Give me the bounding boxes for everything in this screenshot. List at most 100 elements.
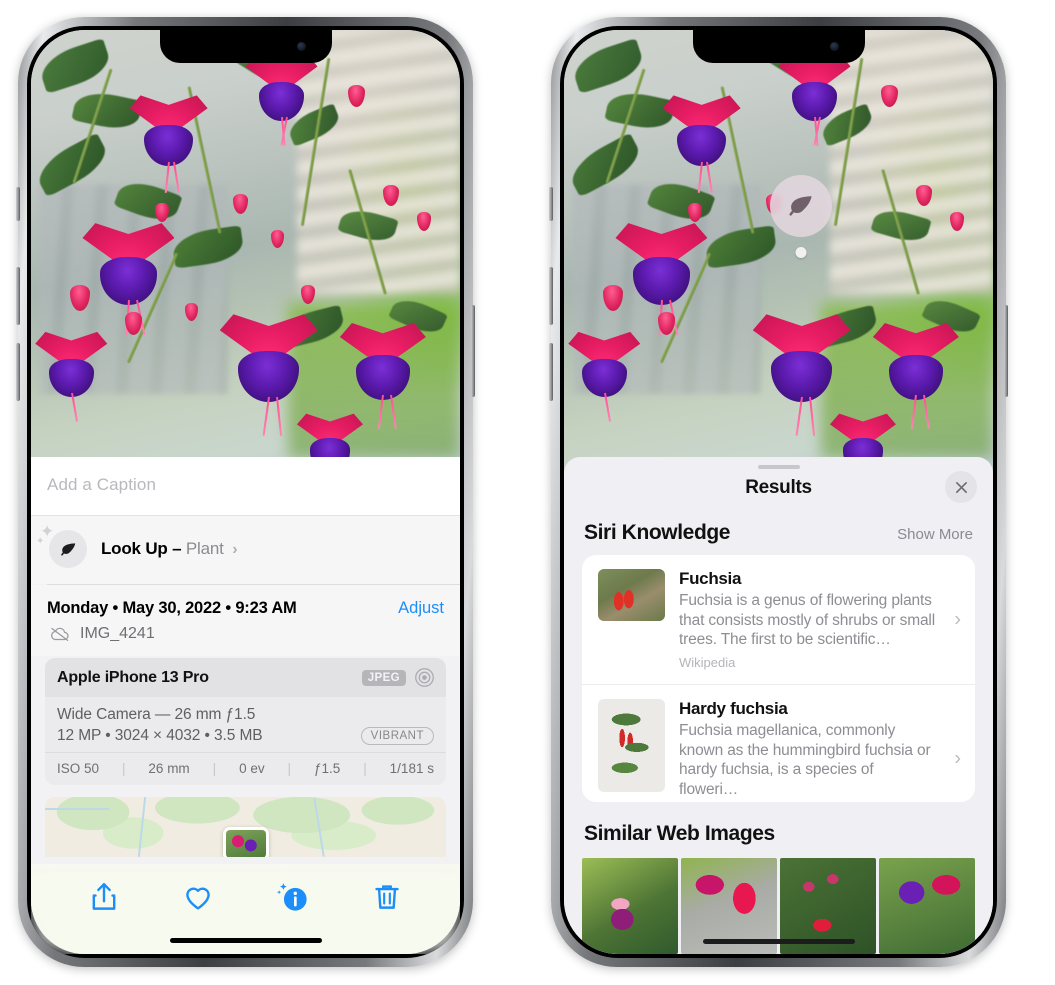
web-image-4[interactable] <box>879 858 975 954</box>
home-indicator[interactable] <box>702 939 855 944</box>
photo-porch-blur <box>296 30 460 294</box>
card-description: Fuchsia is a genus of flowering plants t… <box>679 592 936 649</box>
exif-shutter: 1/181 s <box>389 761 434 776</box>
sparkle-icon-small: ✦ <box>36 536 45 547</box>
results-header: Results <box>564 469 993 504</box>
specs-line: 12 MP • 3024 × 4032 • 3.5 MB <box>57 727 263 744</box>
camera-badges: JPEG <box>361 667 435 688</box>
camera-card-header: Apple iPhone 13 Pro JPEG <box>45 658 446 697</box>
fuchsia-bloom <box>129 94 208 193</box>
look-up-label: Look Up – Plant › <box>101 539 238 559</box>
left-phone-frame: Add a Caption ✦ ✦ Look Up – Plant › Mond… <box>16 17 475 967</box>
photo-porch-blur <box>829 30 993 294</box>
exif-divider: | <box>363 761 367 776</box>
fuchsia-bloom <box>245 53 318 147</box>
card-description: Fuchsia magellanica, commonly known as t… <box>679 721 931 798</box>
home-indicator[interactable] <box>169 938 322 943</box>
notch <box>692 30 865 63</box>
volume-up-button[interactable] <box>549 267 553 325</box>
fuchsia-bloom <box>778 53 851 147</box>
mute-switch[interactable] <box>16 187 20 221</box>
knowledge-card[interactable]: Fuchsia Fuchsia is a genus of flowering … <box>582 555 975 684</box>
chevron-right-icon: › <box>954 608 961 631</box>
volume-down-button[interactable] <box>16 343 20 401</box>
chevron-right-icon: › <box>232 541 238 558</box>
photo-date: Monday • May 30, 2022 • 9:23 AM <box>47 599 297 617</box>
fuchsia-bloom <box>872 321 959 429</box>
look-up-subject: Plant <box>185 539 224 558</box>
siri-knowledge-title: Siri Knowledge <box>584 521 731 545</box>
card-title: Fuchsia <box>679 569 742 589</box>
front-camera <box>296 42 306 51</box>
right-phone-frame: Results Siri Knowledge Show More Fuchsia… <box>549 17 1008 967</box>
exif-iso: ISO 50 <box>57 761 100 776</box>
siri-knowledge-cards: Fuchsia Fuchsia is a genus of flowering … <box>582 555 975 802</box>
photo-viewer[interactable] <box>564 30 993 485</box>
volume-down-button[interactable] <box>549 343 553 401</box>
right-phone-bezel: Results Siri Knowledge Show More Fuchsia… <box>560 26 997 958</box>
card-text: Fuchsia Fuchsia is a genus of flowering … <box>679 569 961 670</box>
trash-icon[interactable] <box>370 880 404 914</box>
fuchsia-bloom <box>752 312 851 436</box>
screenshot-root: Add a Caption ✦ ✦ Look Up – Plant › Mond… <box>0 0 1055 985</box>
lens-line: Wide Camera — 26 mm ƒ1.5 <box>57 706 256 723</box>
exif-focal: 26 mm <box>148 761 190 776</box>
notch <box>159 30 332 63</box>
mute-switch[interactable] <box>549 187 553 221</box>
volume-up-button[interactable] <box>16 267 20 325</box>
results-sheet: Results Siri Knowledge Show More Fuchsia… <box>564 457 993 954</box>
left-phone-bezel: Add a Caption ✦ ✦ Look Up – Plant › Mond… <box>27 26 464 958</box>
fuchsia-bloom <box>615 221 708 337</box>
power-button[interactable] <box>471 305 475 397</box>
info-sparkle-icon[interactable] <box>276 880 310 914</box>
look-up-row[interactable]: ✦ ✦ Look Up – Plant › <box>31 516 460 584</box>
camera-info-card: Apple iPhone 13 Pro JPEG Wide Camera — 2… <box>45 658 446 785</box>
card-source: Wikipedia <box>679 654 736 670</box>
exif-divider: | <box>121 761 126 776</box>
similar-web-images-title: Similar Web Images <box>584 822 775 845</box>
card-title: Hardy fuchsia <box>679 698 788 718</box>
filename-row: IMG_4241 <box>31 622 460 656</box>
aperture-icon <box>415 668 434 687</box>
map-photo-pin[interactable] <box>222 827 269 857</box>
fuchsia-bloom <box>219 312 318 436</box>
date-row: Monday • May 30, 2022 • 9:23 AM Adjust <box>31 585 460 622</box>
caption-input[interactable]: Add a Caption <box>31 457 460 516</box>
photo-style-badge: VIBRANT <box>360 727 434 745</box>
left-phone-screen: Add a Caption ✦ ✦ Look Up – Plant › Mond… <box>31 30 460 954</box>
specs-row: 12 MP • 3024 × 4032 • 3.5 MB VIBRANT <box>57 727 434 745</box>
exif-divider: | <box>212 761 217 776</box>
visual-look-up-leaf-icon[interactable] <box>769 175 832 237</box>
card-text: Hardy fuchsia Fuchsia magellanica, commo… <box>679 699 961 802</box>
camera-model: Apple iPhone 13 Pro <box>57 668 209 686</box>
fuchsia-bloom <box>662 94 741 193</box>
chevron-right-icon: › <box>954 747 961 770</box>
fuchsia-bloom <box>82 221 175 337</box>
location-map[interactable] <box>45 797 446 857</box>
exif-row: ISO 50 | 26 mm | 0 ev | ƒ1.5 | 1/181 s <box>45 752 446 785</box>
adjust-button[interactable]: Adjust <box>398 599 444 618</box>
cloud-slash-icon <box>51 627 69 641</box>
map-road <box>45 807 110 810</box>
look-up-prefix: Look Up – <box>101 539 182 558</box>
exif-divider: | <box>287 761 292 776</box>
fuchsia-bloom <box>568 330 641 422</box>
share-icon[interactable] <box>87 880 121 914</box>
camera-card-body: Wide Camera — 26 mm ƒ1.5 12 MP • 3024 × … <box>45 697 446 752</box>
knowledge-card[interactable]: Hardy fuchsia Fuchsia magellanica, commo… <box>582 683 975 802</box>
exif-ev: 0 ev <box>239 761 265 776</box>
show-more-button[interactable]: Show More <box>897 526 973 543</box>
web-image-1[interactable] <box>582 858 678 954</box>
photo-viewer[interactable] <box>31 30 460 485</box>
exif-aperture: ƒ1.5 <box>314 761 341 776</box>
fuchsia-bloom <box>35 330 108 422</box>
photo-filename: IMG_4241 <box>80 625 155 642</box>
similar-web-images-header: Similar Web Images <box>564 802 993 854</box>
siri-knowledge-header: Siri Knowledge Show More <box>564 501 993 555</box>
close-icon[interactable] <box>945 471 977 504</box>
heart-icon[interactable] <box>181 880 215 914</box>
fuchsia-bloom <box>339 321 426 429</box>
power-button[interactable] <box>1004 305 1008 397</box>
front-camera <box>829 42 839 51</box>
results-title: Results <box>745 477 812 499</box>
